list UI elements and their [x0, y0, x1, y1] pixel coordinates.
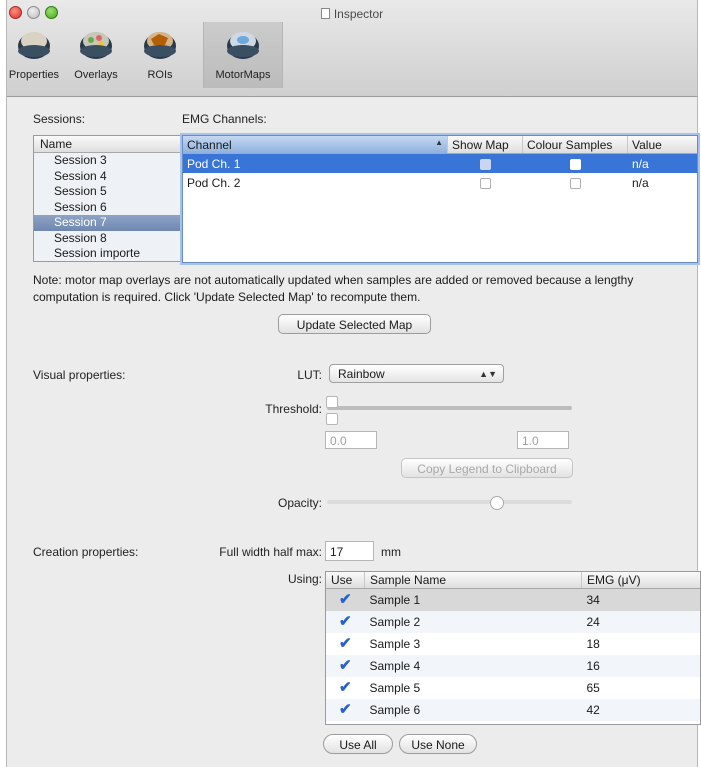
window-title: Inspector [333, 7, 384, 21]
creation-properties-label: Creation properties: [33, 545, 139, 559]
session-list-item[interactable]: Session 6 [34, 200, 183, 216]
lut-label: LUT: [297, 368, 322, 382]
sample-row[interactable]: ✔ Sample 3 18 [326, 633, 700, 655]
emg-channel-row[interactable]: Pod Ch. 2 n/a [183, 173, 697, 192]
sessions-header[interactable]: Name [34, 136, 183, 153]
sample-emg-value: 65 [586, 681, 600, 695]
lut-select[interactable]: Rainbow ▲▼ [329, 364, 504, 383]
sample-name: Sample 4 [364, 655, 582, 677]
colour-samples-checkbox[interactable] [569, 177, 581, 189]
opacity-slider-knob[interactable] [490, 496, 505, 510]
lut-selected-value: Rainbow [338, 367, 385, 381]
session-list-item[interactable]: Session 8 [34, 231, 183, 247]
sample-name: Sample 6 [364, 699, 582, 721]
sample-name: Sample 2 [364, 611, 582, 633]
threshold-max-field[interactable]: 1.0 [517, 431, 569, 449]
use-sample-checkbox[interactable]: ✔ [339, 680, 352, 695]
sample-row[interactable]: ✔ Sample 1 34 [326, 588, 700, 611]
sample-row[interactable]: ✔ Sample 6 42 [326, 699, 700, 721]
title-bar: Inspector Properties Overlays ROIs Motor… [7, 0, 697, 97]
fwhm-label: Full width half max: [219, 545, 322, 559]
value-column-header[interactable]: Value [627, 136, 697, 154]
toolbar-overlays-label: Overlays [74, 69, 118, 81]
use-sample-checkbox[interactable]: ✔ [339, 614, 352, 629]
channel-value: n/a [627, 153, 697, 173]
sample-emg-value: 42 [581, 699, 700, 721]
sample-row[interactable]: ✔ Sample 4 16 [326, 655, 700, 677]
emg-column-header[interactable]: EMG (μV) [581, 572, 700, 589]
use-column-header[interactable]: Use [326, 572, 365, 589]
toolbar-motormaps-label: MotorMaps [215, 69, 271, 81]
document-icon [320, 8, 330, 19]
colour-samples-checkbox[interactable] [569, 158, 581, 170]
update-note: Note: motor map overlays are not automat… [33, 273, 634, 304]
toolbar-overlays-button[interactable]: Overlays [67, 22, 125, 88]
toolbar-rois-label: ROIs [147, 69, 173, 81]
toolbar-motormaps-button[interactable]: MotorMaps [203, 22, 283, 88]
sample-emg-value: 16 [581, 655, 700, 677]
empty-row [183, 192, 697, 211]
using-label: Using: [287, 572, 322, 586]
samples-table[interactable]: Use Sample Name EMG (μV) ✔ Sample 1 34 ✔ Sam… [325, 571, 701, 725]
sample-emg-value: 24 [581, 611, 700, 633]
motormaps-icon [227, 32, 259, 59]
inspector-window: Inspector Properties Overlays ROIs Motor… [6, 0, 701, 767]
opacity-slider-track[interactable] [327, 500, 572, 504]
threshold-label: Threshold: [265, 402, 322, 416]
motormaps-panel: Sessions: EMG Channels: Name Session 3 Se… [14, 100, 701, 761]
colour-samples-column-header[interactable]: Colour Samples [522, 136, 628, 154]
threshold-range-track[interactable] [327, 406, 572, 410]
fwhm-input[interactable]: 17 [325, 541, 374, 561]
sample-emg-value: 18 [586, 637, 600, 651]
sample-name-column-header[interactable]: Sample Name [364, 572, 582, 589]
use-sample-checkbox[interactable]: ✔ [339, 636, 352, 651]
empty-row [183, 230, 697, 249]
session-list-item[interactable]: Session 5 [34, 184, 183, 200]
emg-channels-table[interactable]: Channel ▲ Show Map Colour Samples Value P… [182, 135, 698, 263]
show-map-column-header[interactable]: Show Map [447, 136, 523, 154]
use-all-button[interactable]: Use All [323, 734, 393, 754]
session-list-item[interactable]: Session 4 [34, 169, 183, 185]
sample-name: Sample 3 [369, 637, 421, 651]
threshold-min-field[interactable]: 0.0 [325, 431, 377, 449]
sample-emg-value: 34 [581, 588, 700, 611]
use-none-button[interactable]: Use None [399, 734, 477, 754]
opacity-label: Opacity: [277, 496, 322, 510]
threshold-max-handle[interactable] [326, 413, 338, 425]
properties-icon [18, 32, 50, 59]
sample-name: Sample 1 [364, 588, 582, 611]
session-list-item[interactable]: Session 7 [34, 215, 183, 231]
threshold-min-handle[interactable] [326, 396, 338, 408]
use-sample-checkbox[interactable]: ✔ [339, 702, 352, 717]
emg-channel-row[interactable]: Pod Ch. 1 n/a [183, 153, 697, 173]
use-sample-checkbox[interactable]: ✔ [339, 592, 352, 607]
sessions-list[interactable]: Name Session 3 Session 4 Session 5 Session … [33, 135, 183, 262]
channel-column-header[interactable]: Channel ▲ [183, 136, 448, 154]
session-list-item[interactable]: Session importe [34, 246, 183, 261]
channel-name: Pod Ch. 2 [187, 175, 241, 190]
use-sample-checkbox[interactable]: ✔ [339, 658, 352, 673]
sample-name: Sample 5 [369, 681, 421, 695]
visual-properties-label: Visual properties: [33, 368, 126, 382]
update-selected-map-button[interactable]: Update Selected Map [278, 314, 431, 334]
overlays-icon [80, 32, 112, 59]
session-list-item[interactable]: Session 3 [34, 153, 183, 169]
channel-value: n/a [632, 175, 649, 190]
sessions-label: Sessions: [33, 112, 86, 126]
channel-name: Pod Ch. 1 [183, 153, 448, 173]
show-map-checkbox[interactable] [479, 177, 491, 189]
show-map-checkbox[interactable] [479, 158, 491, 170]
sample-row[interactable]: ✔ Sample 2 24 [326, 611, 700, 633]
copy-legend-button[interactable]: Copy Legend to Clipboard [401, 458, 573, 478]
fwhm-unit-label: mm [381, 545, 401, 559]
toolbar-properties-button[interactable]: Properties [3, 22, 65, 88]
rois-icon [144, 32, 176, 59]
sample-row[interactable]: ✔ Sample 5 65 [326, 677, 700, 699]
up-down-arrows-icon: ▲▼ [479, 369, 497, 379]
toolbar-rois-button[interactable]: ROIs [125, 22, 195, 88]
emg-channels-label: EMG Channels: [182, 112, 267, 126]
sort-ascending-icon: ▲ [435, 137, 443, 147]
toolbar-properties-label: Properties [8, 69, 60, 81]
empty-row [183, 211, 697, 230]
